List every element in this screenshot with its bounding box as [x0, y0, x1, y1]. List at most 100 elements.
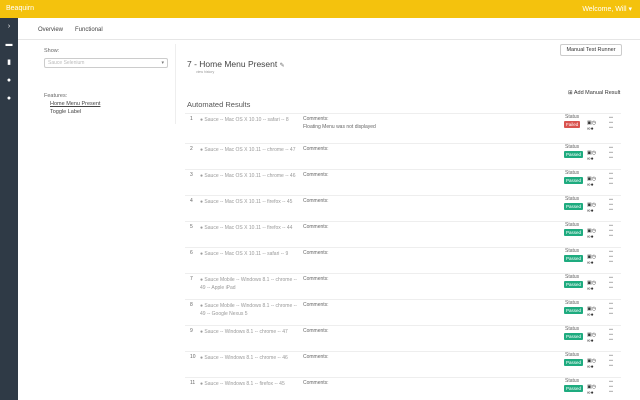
status-label: Status	[565, 300, 580, 306]
status-label: Status	[565, 326, 580, 332]
result-number: 5	[190, 224, 193, 230]
status-badge[interactable]: Passed	[564, 385, 584, 392]
comment-text[interactable]: Floating Menu was not displayed	[303, 124, 376, 130]
result-number: 9	[190, 328, 193, 334]
result-environment-text: Sauce -- Mac OS X 10.11 -- firefox -- 45	[204, 199, 293, 205]
status-badge[interactable]: Failed	[564, 121, 581, 128]
result-number: 8	[190, 302, 193, 308]
comments-label: Comments:	[303, 172, 329, 178]
users-icon[interactable]: ●	[591, 208, 594, 214]
result-row: 3 ● Sauce -- Mac OS X 10.11 -- chrome -- …	[185, 169, 621, 195]
bar-chart-icon[interactable]: ▮	[4, 58, 14, 68]
users-icon[interactable]: ●	[591, 182, 594, 188]
result-environment: ● Sauce -- Mac OS X 10.11 -- chrome -- 4…	[200, 146, 298, 154]
result-environment: ● Sauce Mobile -- Windows 8.1 -- chrome …	[200, 276, 298, 292]
status-badge[interactable]: Passed	[564, 177, 584, 184]
result-environment-text: Sauce -- Mac OS X 10.11 -- safari -- 9	[204, 251, 289, 257]
comments-label: Comments:	[303, 224, 329, 230]
result-number: 6	[190, 250, 193, 256]
row-actions: ▣◷ ∞●	[587, 176, 599, 188]
result-environment-text: Sauce -- Windows 8.1 -- chrome -- 46	[204, 355, 288, 361]
status-badge[interactable]: Passed	[564, 151, 584, 158]
user-icon[interactable]: ●	[4, 76, 14, 86]
result-environment: ● Sauce -- Windows 8.1 -- firefox -- 45	[200, 380, 298, 388]
result-timestamp: ▬ ▬ ▬	[609, 378, 613, 393]
result-timestamp: ▬ ▬ ▬	[609, 196, 613, 211]
result-number: 1	[190, 116, 193, 122]
row-actions: ▣◷ ∞●	[587, 228, 599, 240]
pencil-icon[interactable]: ✎	[280, 63, 285, 69]
status-badge[interactable]: Passed	[564, 333, 584, 340]
result-environment: ● Sauce -- Mac OS X 10.11 -- firefox -- …	[200, 198, 298, 206]
add-manual-result-button[interactable]: ⊞ Add Manual Result	[568, 90, 620, 96]
manual-test-runner-button[interactable]: Manual Test Runner	[560, 44, 622, 56]
result-environment: ● Sauce -- Windows 8.1 -- chrome -- 46	[200, 354, 298, 362]
users-icon[interactable]: ●	[591, 234, 594, 240]
result-row: 4 ● Sauce -- Mac OS X 10.11 -- firefox --…	[185, 195, 621, 221]
apple-icon: ●	[200, 225, 204, 231]
feature-link-toggle-label[interactable]: Toggle Label	[50, 109, 81, 115]
result-row: 7 ● Sauce Mobile -- Windows 8.1 -- chrome…	[185, 273, 621, 299]
comments-label: Comments:	[303, 302, 329, 308]
result-row: 8 ● Sauce Mobile -- Windows 8.1 -- chrome…	[185, 299, 621, 325]
scenario-subtitle[interactable]: view history	[196, 70, 214, 74]
tab-bar: Overview Functional	[18, 18, 640, 40]
users-icon[interactable]: ●	[591, 390, 594, 396]
result-environment: ● Sauce Mobile -- Windows 8.1 -- chrome …	[200, 302, 298, 318]
result-environment: ● Sauce -- Mac OS X 10.11 -- chrome -- 4…	[200, 172, 298, 180]
result-number: 4	[190, 198, 193, 204]
status-badge[interactable]: Passed	[564, 307, 584, 314]
scenario-title: 7 - Home Menu Present ✎	[187, 59, 285, 69]
status-badge[interactable]: Passed	[564, 229, 584, 236]
apple-icon: ●	[200, 303, 204, 309]
status-badge[interactable]: Passed	[564, 281, 584, 288]
row-actions: ▣◷ ∞●	[587, 358, 599, 370]
apple-icon: ●	[200, 147, 204, 153]
users-icon[interactable]: ●	[591, 126, 594, 132]
result-timestamp: ▬ ▬ ▬	[609, 352, 613, 367]
users-icon[interactable]: ●	[4, 94, 14, 104]
comments-label: Comments:	[303, 354, 329, 360]
result-row: 10 ● Sauce -- Windows 8.1 -- chrome -- 46…	[185, 351, 621, 377]
car-icon[interactable]: ▬	[4, 40, 14, 50]
apple-icon: ●	[200, 251, 204, 257]
result-timestamp: ▬ ▬ ▬	[609, 144, 613, 159]
result-environment-text: Sauce -- Mac OS X 10.11 -- firefox -- 44	[204, 225, 293, 231]
comments-label: Comments:	[303, 328, 329, 334]
users-icon[interactable]: ●	[591, 312, 594, 318]
user-menu[interactable]: Welcome, Will ▾	[582, 5, 632, 13]
result-environment-text: Sauce Mobile -- Windows 8.1 -- chrome --…	[200, 303, 297, 317]
scenario-title-text: 7 - Home Menu Present	[187, 59, 278, 69]
users-icon[interactable]: ●	[591, 156, 594, 162]
status-badge[interactable]: Passed	[564, 203, 584, 210]
users-icon[interactable]: ●	[591, 260, 594, 266]
users-icon[interactable]: ●	[591, 364, 594, 370]
comments-label: Comments:	[303, 276, 329, 282]
feature-link-home-menu[interactable]: Home Menu Present	[50, 101, 100, 107]
comments-label: Comments:	[303, 116, 329, 122]
tab-overview[interactable]: Overview	[38, 27, 63, 33]
result-timestamp: ▬ ▬ ▬	[609, 248, 613, 263]
row-actions: ▣◷ ∞●	[587, 306, 599, 318]
result-row: 6 ● Sauce -- Mac OS X 10.11 -- safari -- …	[185, 247, 621, 273]
result-environment: ● Sauce -- Mac OS X 10.11 -- safari -- 9	[200, 250, 298, 258]
status-label: Status	[565, 378, 580, 384]
apple-icon: ●	[200, 381, 204, 387]
result-timestamp: ▬ ▬ ▬	[609, 170, 613, 185]
status-badge[interactable]: Passed	[564, 359, 584, 366]
environment-select[interactable]: Sauce Selenium ▾	[44, 58, 168, 68]
users-icon[interactable]: ●	[591, 286, 594, 292]
result-environment-text: Sauce -- Mac OS X 10.10 -- safari -- 8	[204, 117, 289, 123]
result-timestamp: ▬ ▬ ▬	[609, 222, 613, 237]
result-row: 2 ● Sauce -- Mac OS X 10.11 -- chrome -- …	[185, 143, 621, 169]
users-icon[interactable]: ●	[591, 338, 594, 344]
status-badge[interactable]: Passed	[564, 255, 584, 262]
result-environment-text: Sauce -- Windows 8.1 -- firefox -- 45	[204, 381, 285, 387]
chevron-right-icon[interactable]: ›	[4, 22, 14, 32]
add-manual-result-label: Add Manual Result	[573, 90, 621, 96]
apple-icon: ●	[200, 329, 204, 335]
top-bar: Beaquirn Welcome, Will ▾	[0, 0, 640, 18]
tab-functional[interactable]: Functional	[75, 27, 103, 33]
result-environment: ● Sauce -- Mac OS X 10.11 -- firefox -- …	[200, 224, 298, 232]
brand-logo[interactable]: Beaquirn	[6, 5, 34, 12]
